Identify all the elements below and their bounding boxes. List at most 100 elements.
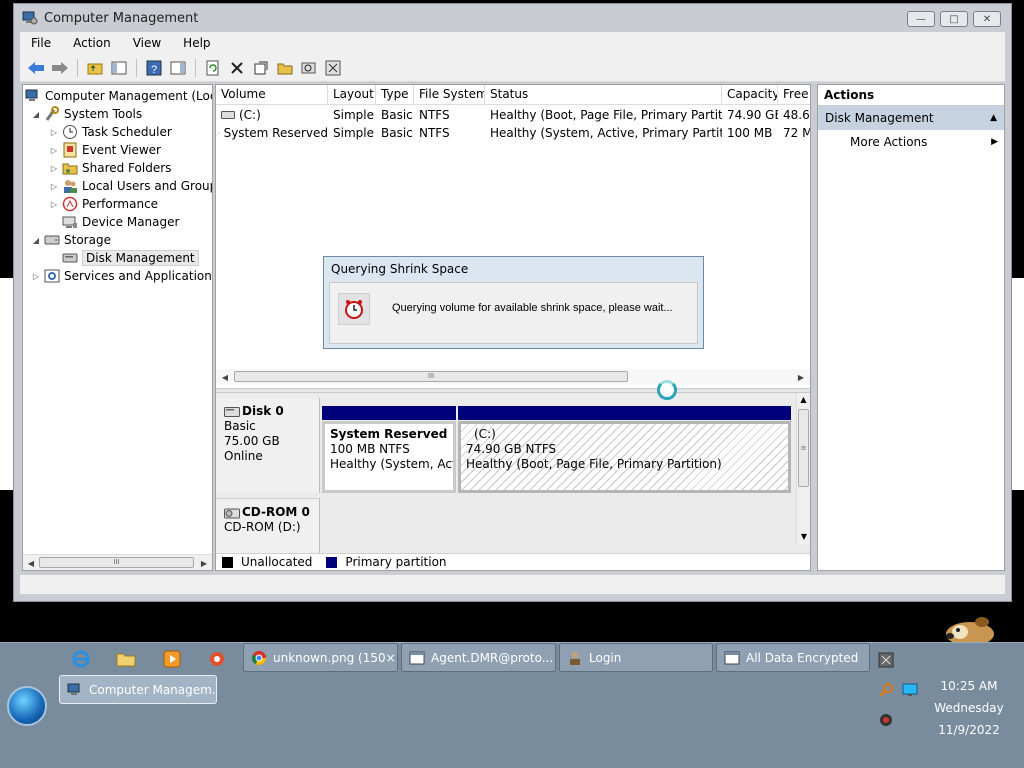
tree-item-device-manager[interactable]: Device Manager [62,213,179,231]
expand-arrow-icon[interactable]: ▷ [49,200,59,209]
users-icon [64,180,77,193]
cell-volume: System Reserved [223,126,328,140]
menu-action[interactable]: Action [62,36,122,50]
show-hide-tree-icon[interactable] [109,58,129,78]
tree-item-local-users[interactable]: ▷ Local Users and Groups [49,177,212,195]
tree-item-task-scheduler[interactable]: ▷ Task Scheduler [49,123,172,141]
media-player-icon[interactable] [161,648,183,670]
menu-bar: File Action View Help [20,32,1005,54]
collapse-up-icon[interactable]: ▲ [990,106,997,130]
open-folder-icon[interactable] [275,58,295,78]
partition-system-reserved[interactable]: System Reserved 100 MB NTFS Healthy (Sys… [322,421,456,493]
event-viewer-icon [63,142,77,158]
app-shortcut-icon[interactable] [206,648,228,670]
properties-icon[interactable] [251,58,271,78]
tree-item-performance[interactable]: ▷ Performance [49,195,158,213]
tree-item-disk-management[interactable]: Disk Management [62,249,199,267]
partition-c[interactable]: (C:) 74.90 GB NTFS Healthy (Boot, Page F… [458,421,791,493]
cdrom-icon [224,508,240,518]
tree-horizontal-scrollbar[interactable]: ◀ III ▶ [23,554,212,570]
disk-size: 75.00 GB [224,434,280,448]
taskbar-button-all-data-encrypted[interactable]: All Data Encrypted [716,643,870,672]
expand-arrow-icon[interactable]: ▷ [49,182,59,191]
forward-icon[interactable] [50,58,70,78]
scroll-right-icon[interactable]: ▶ [794,369,808,385]
scroll-thumb[interactable]: III [39,557,194,568]
more-actions-label: More Actions [850,135,928,149]
column-header-file-system[interactable]: File System [414,85,485,105]
scroll-right-icon[interactable]: ▶ [197,555,211,570]
taskbar-button-label: All Data Encrypted [746,650,859,665]
dialog-title: Querying Shrink Space [331,262,469,276]
tree-item-label: Performance [82,197,159,211]
scroll-left-icon[interactable]: ◀ [24,555,38,570]
up-folder-icon[interactable] [85,58,105,78]
expand-arrow-icon[interactable]: ▷ [49,164,59,173]
disk-settings-icon[interactable] [323,58,343,78]
action-pane-icon[interactable] [168,58,188,78]
explorer-folder-icon[interactable] [115,648,137,670]
expand-arrow-icon[interactable]: ▷ [49,128,59,137]
scroll-up-icon[interactable]: ▲ [797,393,810,407]
collapse-arrow-icon[interactable]: ◢ [31,110,41,119]
column-header-capacity[interactable]: Capacity [722,85,778,105]
search-disk-icon[interactable] [299,58,319,78]
clock-date: 11/9/2022 [938,723,1000,737]
internet-explorer-icon[interactable] [70,648,92,670]
partition-name: (C:) [474,427,496,441]
column-header-free[interactable]: Free [778,85,810,105]
disk-0-info[interactable]: Disk 0 Basic 75.00 GB Online [216,398,320,493]
column-header-volume[interactable]: Volume [216,85,328,105]
column-header-layout[interactable]: Layout [328,85,376,105]
dialog-body: Querying volume for available shrink spa… [329,282,698,344]
expand-arrow-icon[interactable]: ▷ [31,272,41,281]
expand-arrow-icon[interactable]: ▷ [49,146,59,155]
tree-item-storage[interactable]: ◢ Storage [31,231,111,249]
disk-vertical-scrollbar[interactable]: ▲ ≡ ▼ [796,393,810,544]
menu-file[interactable]: File [20,36,62,50]
minimize-button[interactable]: — [907,11,935,27]
scroll-left-icon[interactable]: ◀ [218,369,232,385]
tree-item-system-tools[interactable]: ◢ System Tools [31,105,142,123]
taskbar-button-chrome[interactable]: unknown.png (150×... [243,643,398,672]
taskbar-button-agent[interactable]: Agent.DMR@proto... [401,643,556,672]
taskbar-button-login[interactable]: Login [559,643,713,672]
tree-item-event-viewer[interactable]: ▷ Event Viewer [49,141,161,159]
cdrom-0-info[interactable]: CD-ROM 0 CD-ROM (D:) [216,498,320,556]
cell-type: Basic [381,126,413,140]
help-icon[interactable]: ? [144,58,164,78]
tree-item-services[interactable]: ▷ Services and Applications [31,267,212,285]
tree-item-label: System Tools [64,107,143,121]
taskbar-button-computer-management[interactable]: Computer Managem... [59,675,217,704]
scroll-thumb[interactable]: ≡ [798,409,809,487]
tray-app-icon[interactable] [878,652,894,668]
column-header-status[interactable]: Status [485,85,722,105]
volume-horizontal-scrollbar[interactable]: ◀ III ▶ [216,369,810,385]
title-bar[interactable]: Computer Management — □ ✕ [14,4,1011,32]
close-button[interactable]: ✕ [973,11,1001,27]
table-row[interactable]: (C:) Simple Basic NTFS Healthy (Boot, Pa… [216,106,810,124]
more-actions-item[interactable]: More Actions ▶ [818,130,1004,154]
actions-section-disk-management[interactable]: Disk Management ▲ [818,106,1004,130]
tree-item-root[interactable]: Computer Management (Local [25,87,213,105]
tray-search-icon[interactable] [878,682,894,698]
scroll-thumb[interactable]: III [234,371,628,382]
table-row[interactable]: System Reserved Simple Basic NTFS Health… [216,124,810,142]
tree-item-label: Computer Management (Local [45,89,213,103]
tray-speaker-icon[interactable] [878,712,894,728]
tray-network-icon[interactable] [902,682,918,698]
tree-item-shared-folders[interactable]: ▷ Shared Folders [49,159,171,177]
back-icon[interactable] [26,58,46,78]
menu-view[interactable]: View [122,36,172,50]
start-button[interactable] [7,686,47,726]
menu-help[interactable]: Help [172,36,221,50]
primary-swatch [326,556,338,568]
column-header-type[interactable]: Type [376,85,414,105]
volume-table-header: Volume Layout Type File System Status Ca… [216,85,810,105]
system-clock[interactable]: 10:25 AM Wednesday 11/9/2022 [928,675,1010,741]
collapse-arrow-icon[interactable]: ◢ [31,236,41,245]
refresh-icon[interactable] [203,58,223,78]
maximize-button[interactable]: □ [940,11,968,27]
delete-icon[interactable] [227,58,247,78]
scroll-down-icon[interactable]: ▼ [797,530,810,544]
